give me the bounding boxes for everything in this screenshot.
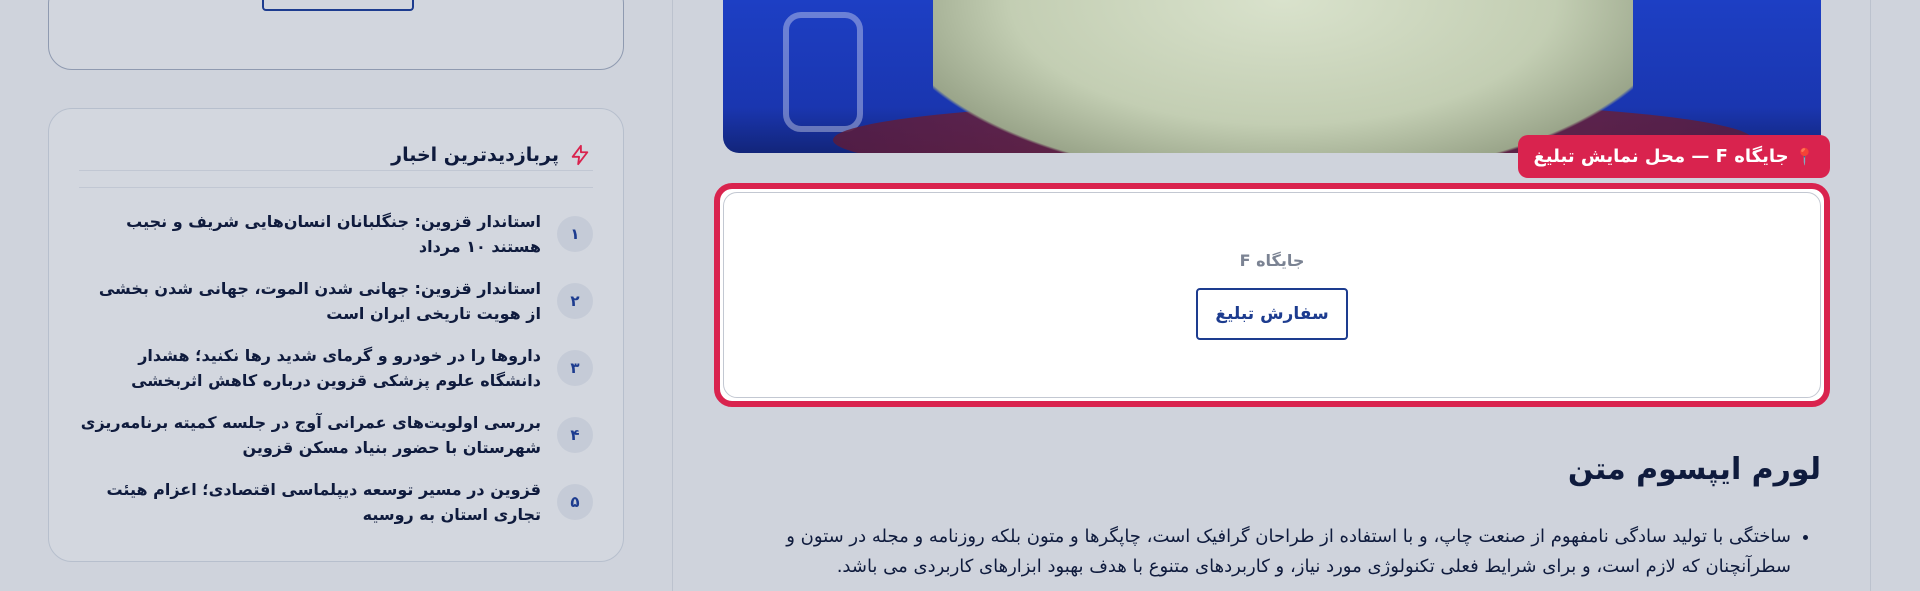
- news-headline-link[interactable]: داروها را در خودرو و گرمای شدید رها نکنی…: [79, 343, 541, 393]
- popular-news-divider: [79, 187, 593, 188]
- news-rank-badge: ۱: [557, 215, 593, 252]
- news-headline-link[interactable]: استاندار قزوین: جنگلبانان انسان‌هایی شری…: [79, 209, 541, 259]
- bolt-icon: [569, 144, 591, 166]
- main-column-divider: [672, 0, 673, 591]
- sidebar-top-card: [48, 0, 624, 70]
- news-rank-badge: ۴: [557, 416, 593, 453]
- popular-news-item[interactable]: ۴ بررسی اولویت‌های عمرانی آوج در جلسه کم…: [79, 401, 593, 468]
- news-headline-link[interactable]: استاندار قزوین: جهانی شدن الموت، جهانی ش…: [79, 276, 541, 326]
- ad-slot-f: جایگاه F سفارش تبلیغ: [714, 183, 1830, 407]
- news-rank-badge: ۲: [557, 282, 593, 319]
- news-rank-badge: ۵: [557, 483, 593, 520]
- sidebar: پربازدیدترین اخبار ۱ استاندار قزوین: جنگ…: [48, 0, 624, 591]
- order-ad-button[interactable]: سفارش تبلیغ: [1196, 287, 1348, 340]
- popular-news-card: پربازدیدترین اخبار ۱ استاندار قزوین: جنگ…: [48, 108, 624, 562]
- popular-news-item[interactable]: ۳ داروها را در خودرو و گرمای شدید رها نک…: [79, 334, 593, 401]
- article-paragraph: ساختگی با تولید سادگی نامفهوم از صنعت چا…: [713, 522, 1791, 582]
- popular-news-item[interactable]: ۲ استاندار قزوین: جهانی شدن الموت، جهانی…: [79, 267, 593, 334]
- hero-person-shape: [933, 0, 1633, 153]
- ad-slot-inner: جایگاه F سفارش تبلیغ: [723, 192, 1821, 398]
- popular-news-item[interactable]: ۱ استاندار قزوین: جنگلبانان انسان‌هایی ش…: [79, 200, 593, 267]
- popular-news-title: پربازدیدترین اخبار: [391, 143, 559, 166]
- popular-news-list: ۱ استاندار قزوین: جنگلبانان انسان‌هایی ش…: [79, 200, 593, 535]
- news-headline-link[interactable]: بررسی اولویت‌های عمرانی آوج در جلسه کمیت…: [79, 410, 541, 460]
- popular-news-item[interactable]: ۵ قزوین در مسیر توسعه دیپلماسی اقتصادی؛ …: [79, 468, 593, 535]
- news-headline-link[interactable]: قزوین در مسیر توسعه دیپلماسی اقتصادی؛ اع…: [79, 477, 541, 527]
- main-column-divider: [1870, 0, 1871, 591]
- news-rank-badge: ۳: [557, 349, 593, 386]
- article-body: ساختگی با تولید سادگی نامفهوم از صنعت چا…: [713, 522, 1821, 582]
- sidebar-top-card-button[interactable]: [262, 0, 414, 11]
- ad-placeholder-text: جایگاه F: [1239, 250, 1305, 270]
- ad-slot-tag: 📍 جایگاه F — محل نمایش تبلیغ: [1518, 135, 1830, 178]
- article-hero-image: [723, 0, 1821, 153]
- ad-slot-tag-label: جایگاه F — محل نمایش تبلیغ: [1533, 146, 1789, 167]
- popular-news-header: پربازدیدترین اخبار: [79, 139, 593, 171]
- pin-icon: 📍: [1794, 147, 1815, 166]
- backdrop-logo: [783, 12, 863, 132]
- article-heading: لورم ایپسوم متن: [1567, 452, 1821, 487]
